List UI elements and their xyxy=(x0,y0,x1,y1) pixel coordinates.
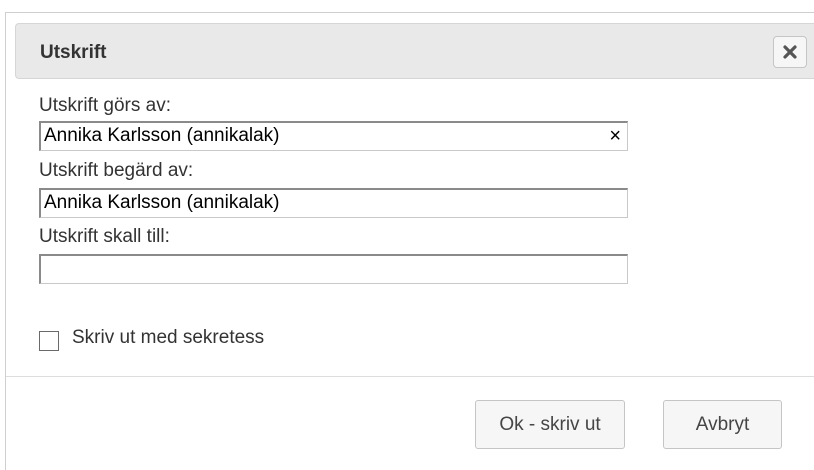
cancel-button-label: Avbryt xyxy=(695,413,750,435)
secrecy-checkbox-label[interactable]: Skriv ut med sekretess xyxy=(72,327,264,349)
secrecy-checkbox[interactable] xyxy=(39,331,59,351)
printed-by-label: Utskrift görs av: xyxy=(39,95,171,116)
cancel-button[interactable]: Avbryt xyxy=(663,400,782,449)
requested-by-label: Utskrift begärd av: xyxy=(39,160,194,181)
dialog-title: Utskrift xyxy=(40,42,107,63)
close-icon xyxy=(783,45,797,59)
ok-print-button[interactable]: Ok - skriv ut xyxy=(475,400,625,449)
print-dialog: Utskrift Utskrift görs av: Annika Karlss… xyxy=(5,12,814,470)
close-button[interactable] xyxy=(773,36,807,68)
recipient-label: Utskrift skall till: xyxy=(39,226,170,247)
clear-icon[interactable]: × xyxy=(609,123,621,149)
printed-by-value: Annika Karlsson (annikalak) xyxy=(44,125,280,146)
printed-by-field[interactable]: Annika Karlsson (annikalak) × xyxy=(39,121,628,151)
dialog-titlebar: Utskrift xyxy=(15,23,814,79)
ok-print-button-label: Ok - skriv ut xyxy=(499,413,601,435)
requested-by-value: Annika Karlsson (annikalak) xyxy=(44,192,280,213)
requested-by-field[interactable]: Annika Karlsson (annikalak) xyxy=(39,188,628,218)
recipient-field[interactable] xyxy=(39,254,628,284)
footer-divider xyxy=(6,376,814,377)
